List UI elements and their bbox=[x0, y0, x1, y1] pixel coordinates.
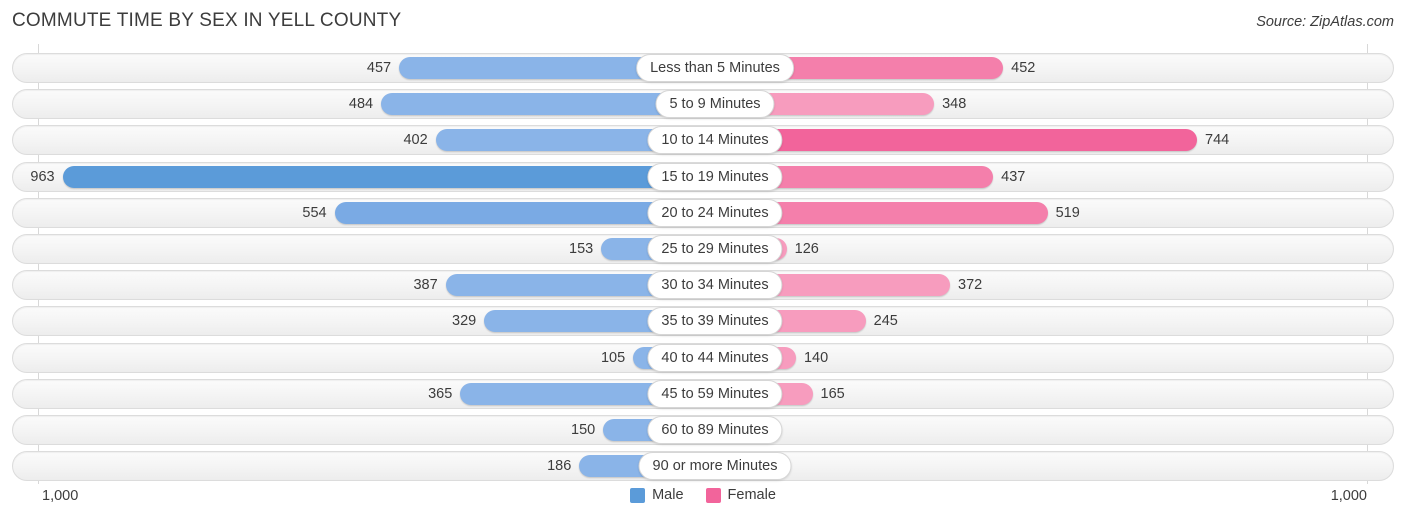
chart-row: 329 245 35 to 39 Minutes bbox=[12, 303, 1394, 339]
category-label: 15 to 19 Minutes bbox=[647, 162, 783, 191]
bar-value-male: 186 bbox=[547, 458, 572, 475]
chart-row: 402 744 10 to 14 Minutes bbox=[12, 122, 1394, 158]
legend-swatch-female bbox=[705, 487, 721, 503]
bar-male[interactable] bbox=[62, 165, 703, 188]
chart-row: 105 140 40 to 44 Minutes bbox=[12, 340, 1394, 376]
bar-value-male: 387 bbox=[413, 277, 438, 294]
plot-area: 457 452 Less than 5 Minutes 484 348 5 to 9 Mi… bbox=[12, 44, 1394, 484]
category-label: 25 to 29 Minutes bbox=[647, 234, 783, 263]
bar-value-male: 963 bbox=[30, 168, 55, 185]
chart-row: 365 165 45 to 59 Minutes bbox=[12, 376, 1394, 412]
page-title: COMMUTE TIME BY SEX IN YELL COUNTY bbox=[12, 10, 402, 31]
category-label: 30 to 34 Minutes bbox=[647, 271, 783, 300]
bar-value-female: 372 bbox=[958, 277, 983, 294]
legend-item-female[interactable]: Female bbox=[705, 487, 776, 503]
category-label: 5 to 9 Minutes bbox=[655, 90, 775, 119]
bar-value-male: 329 bbox=[452, 313, 477, 330]
category-label: 45 to 59 Minutes bbox=[647, 379, 783, 408]
chart-row: 484 348 5 to 9 Minutes bbox=[12, 86, 1394, 122]
bar-value-male: 484 bbox=[348, 96, 374, 113]
chart-row: 387 372 30 to 34 Minutes bbox=[12, 267, 1394, 303]
category-label: 20 to 24 Minutes bbox=[647, 198, 783, 227]
bar-value-male: 457 bbox=[366, 60, 392, 76]
chart-footer: 1,000 1,000 Male Female bbox=[12, 486, 1394, 512]
bar-value-female: 245 bbox=[873, 313, 898, 330]
chart-row: 153 126 25 to 29 Minutes bbox=[12, 231, 1394, 267]
bar-value-female: 452 bbox=[1011, 60, 1036, 76]
bar-value-male: 150 bbox=[571, 421, 596, 438]
bar-value-male: 105 bbox=[600, 349, 626, 366]
legend-label-male: Male bbox=[652, 487, 684, 503]
bar-value-male: 554 bbox=[302, 204, 327, 221]
bar-value-female: 348 bbox=[942, 96, 967, 113]
legend-swatch-male bbox=[630, 487, 646, 503]
legend-item-male[interactable]: Male bbox=[630, 487, 684, 503]
category-label: 35 to 39 Minutes bbox=[647, 307, 783, 336]
bar-value-female: 437 bbox=[1001, 168, 1026, 185]
chart-row: 1864990 or more Minutes bbox=[12, 448, 1394, 484]
chart-root: COMMUTE TIME BY SEX IN YELL COUNTY Sourc… bbox=[0, 0, 1406, 523]
bar-value-male: 153 bbox=[569, 240, 594, 257]
chart-row: 457 452 Less than 5 Minutes bbox=[12, 50, 1394, 86]
legend-label-female: Female bbox=[727, 487, 776, 503]
bar-value-male: 365 bbox=[428, 385, 453, 402]
bar-value-female: 140 bbox=[803, 349, 829, 366]
source-attribution: Source: ZipAtlas.com bbox=[1256, 14, 1394, 30]
chart-row: 963 437 15 to 19 Minutes bbox=[12, 159, 1394, 195]
category-label: 10 to 14 Minutes bbox=[647, 126, 783, 155]
category-label: 90 or more Minutes bbox=[638, 452, 792, 481]
category-label: 40 to 44 Minutes bbox=[647, 343, 783, 372]
chart-row: 554 519 20 to 24 Minutes bbox=[12, 195, 1394, 231]
bar-value-female: 519 bbox=[1055, 204, 1080, 221]
bar-value-male: 402 bbox=[403, 132, 428, 149]
bar-value-female: 126 bbox=[794, 240, 819, 257]
legend: Male Female bbox=[12, 487, 1394, 503]
category-label: Less than 5 Minutes bbox=[636, 54, 794, 82]
chart-row: 1506660 to 89 Minutes bbox=[12, 412, 1394, 448]
bar-value-female: 744 bbox=[1205, 132, 1230, 149]
bar-value-female: 165 bbox=[820, 385, 845, 402]
category-label: 60 to 89 Minutes bbox=[647, 415, 783, 444]
